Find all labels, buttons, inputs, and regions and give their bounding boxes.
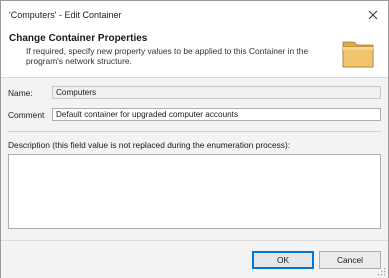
close-icon	[368, 10, 378, 20]
comment-label: Comment	[8, 110, 45, 120]
edit-container-dialog: 'Computers' - Edit Container Change Cont…	[0, 0, 389, 278]
separator	[8, 131, 381, 132]
ok-button[interactable]: OK	[252, 251, 314, 269]
form-area: Name: Computers Comment Default containe…	[1, 77, 388, 240]
cancel-button[interactable]: Cancel	[319, 251, 381, 269]
close-button[interactable]	[360, 3, 386, 27]
folder-icon	[342, 41, 374, 68]
title-bar: 'Computers' - Edit Container	[1, 1, 388, 31]
comment-field[interactable]: Default container for upgraded computer …	[52, 108, 381, 121]
window-title: 'Computers' - Edit Container	[9, 10, 122, 20]
header-description: If required, specify new property values…	[26, 46, 309, 66]
resize-grip-icon[interactable]	[377, 267, 386, 276]
dialog-header: Change Container Properties If required,…	[1, 31, 388, 79]
name-field: Computers	[52, 86, 381, 99]
dialog-footer: OK Cancel	[1, 240, 388, 278]
description-label: Description (this field value is not rep…	[8, 140, 291, 150]
header-title: Change Container Properties	[9, 33, 148, 44]
description-textarea[interactable]	[8, 154, 381, 229]
name-label: Name:	[8, 88, 33, 98]
